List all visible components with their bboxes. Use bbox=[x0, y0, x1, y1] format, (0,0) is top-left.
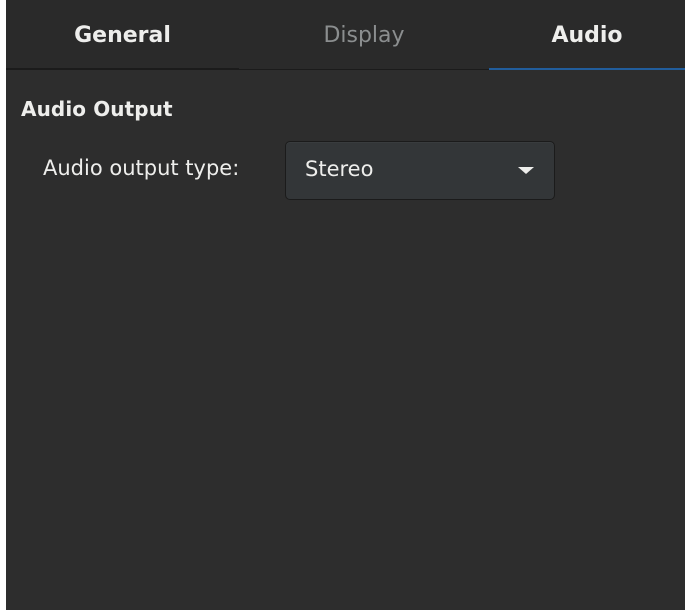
audio-output-type-value: Stereo bbox=[305, 157, 374, 181]
tab-general-label: General bbox=[74, 22, 171, 48]
tab-bar: General Display Audio bbox=[6, 0, 685, 71]
audio-settings-panel: Audio Output Audio output type: Stereo bbox=[6, 70, 685, 610]
pan-down-icon bbox=[518, 167, 534, 174]
tab-display-label: Display bbox=[323, 22, 405, 48]
tab-display[interactable]: Display bbox=[239, 0, 489, 70]
tab-audio-label: Audio bbox=[551, 22, 623, 48]
tab-general[interactable]: General bbox=[6, 0, 239, 71]
audio-output-type-label: Audio output type: bbox=[43, 156, 240, 180]
tab-audio[interactable]: Audio bbox=[489, 0, 685, 71]
audio-output-type-dropdown[interactable]: Stereo bbox=[285, 141, 555, 200]
preferences-window: General Display Audio Audio Output Audio… bbox=[6, 0, 685, 610]
section-title: Audio Output bbox=[21, 97, 173, 121]
